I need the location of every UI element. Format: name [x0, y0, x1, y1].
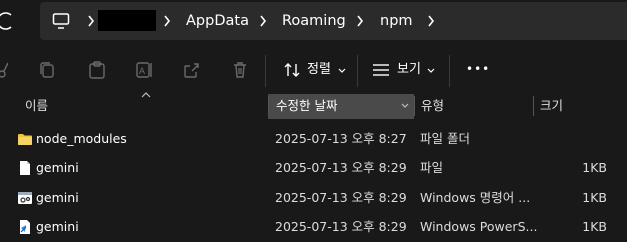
file-date: 2025-07-13 오후 8:29: [275, 160, 407, 175]
file-name: gemini: [36, 190, 79, 205]
file-name: node_modules: [36, 131, 127, 146]
sort-button-label[interactable]: 정렬: [307, 62, 331, 78]
file-size: 1KB: [582, 219, 607, 234]
toolbar-separator: [449, 55, 450, 87]
breadcrumb-chevron-icon[interactable]: [355, 14, 365, 28]
cmd-script-icon: [18, 192, 32, 204]
rename-icon[interactable]: A: [136, 61, 154, 79]
breadcrumb-chevron-icon[interactable]: [258, 14, 268, 28]
file-size: 1KB: [582, 190, 607, 205]
cut-icon[interactable]: [0, 61, 8, 79]
toolbar-separator: [265, 55, 266, 87]
file-type: Windows PowerS...: [420, 219, 538, 234]
file-name: gemini: [36, 219, 79, 234]
list-item[interactable]: gemini 2025-07-13 오후 8:29 Windows PowerS…: [0, 212, 627, 241]
sort-indicator-icon: [141, 92, 151, 98]
breadcrumb-npm[interactable]: npm: [380, 11, 413, 31]
chevron-down-icon[interactable]: [400, 99, 410, 113]
column-header-date-modified[interactable]: 수정한 날짜: [276, 96, 337, 116]
list-item[interactable]: gemini 2025-07-13 오후 8:29 Windows 명령어 ..…: [0, 183, 627, 212]
sort-icon[interactable]: [283, 61, 301, 79]
column-divider[interactable]: [414, 96, 415, 116]
breadcrumb-chevron-icon[interactable]: [86, 14, 96, 28]
file-date: 2025-07-13 오후 8:29: [275, 219, 407, 234]
delete-icon[interactable]: [231, 61, 249, 79]
file-type: Windows 명령어 ...: [420, 190, 531, 205]
column-header-name[interactable]: 이름: [25, 96, 48, 116]
paste-icon[interactable]: [88, 61, 106, 79]
chevron-down-icon[interactable]: [427, 68, 435, 74]
svg-text:A: A: [139, 66, 145, 76]
column-divider[interactable]: [533, 96, 534, 116]
view-icon[interactable]: [372, 61, 390, 79]
file-icon: [20, 161, 30, 175]
list-item[interactable]: gemini 2025-07-13 오후 8:29 파일 1KB: [0, 153, 627, 182]
copy-icon[interactable]: [38, 61, 56, 79]
toolbar-separator: [357, 55, 358, 87]
chevron-down-icon[interactable]: [338, 68, 346, 74]
file-type: 파일 폴더: [420, 131, 470, 146]
file-size: 1KB: [582, 160, 607, 175]
folder-icon: [18, 134, 32, 145]
column-header-type[interactable]: 유형: [421, 96, 444, 116]
refresh-icon[interactable]: [0, 8, 14, 34]
breadcrumb-roaming[interactable]: Roaming: [282, 11, 346, 31]
this-pc-icon[interactable]: [52, 11, 70, 31]
file-date: 2025-07-13 오후 8:27: [275, 131, 407, 146]
column-header-size[interactable]: 크기: [540, 96, 563, 116]
column-divider[interactable]: [268, 96, 269, 116]
view-button-label[interactable]: 보기: [397, 62, 421, 78]
more-options-button[interactable]: •••: [466, 61, 490, 77]
breadcrumb-chevron-icon[interactable]: [162, 14, 172, 28]
list-item[interactable]: node_modules 2025-07-13 오후 8:27 파일 폴더: [0, 124, 627, 153]
file-type: 파일: [420, 160, 444, 175]
file-date: 2025-07-13 오후 8:29: [275, 190, 407, 205]
redacted-username: [98, 10, 156, 31]
breadcrumb-chevron-icon[interactable]: [426, 14, 436, 28]
breadcrumb-appdata[interactable]: AppData: [186, 11, 249, 31]
file-name: gemini: [36, 160, 79, 175]
powershell-script-icon: [20, 220, 30, 234]
share-icon[interactable]: [183, 61, 201, 79]
